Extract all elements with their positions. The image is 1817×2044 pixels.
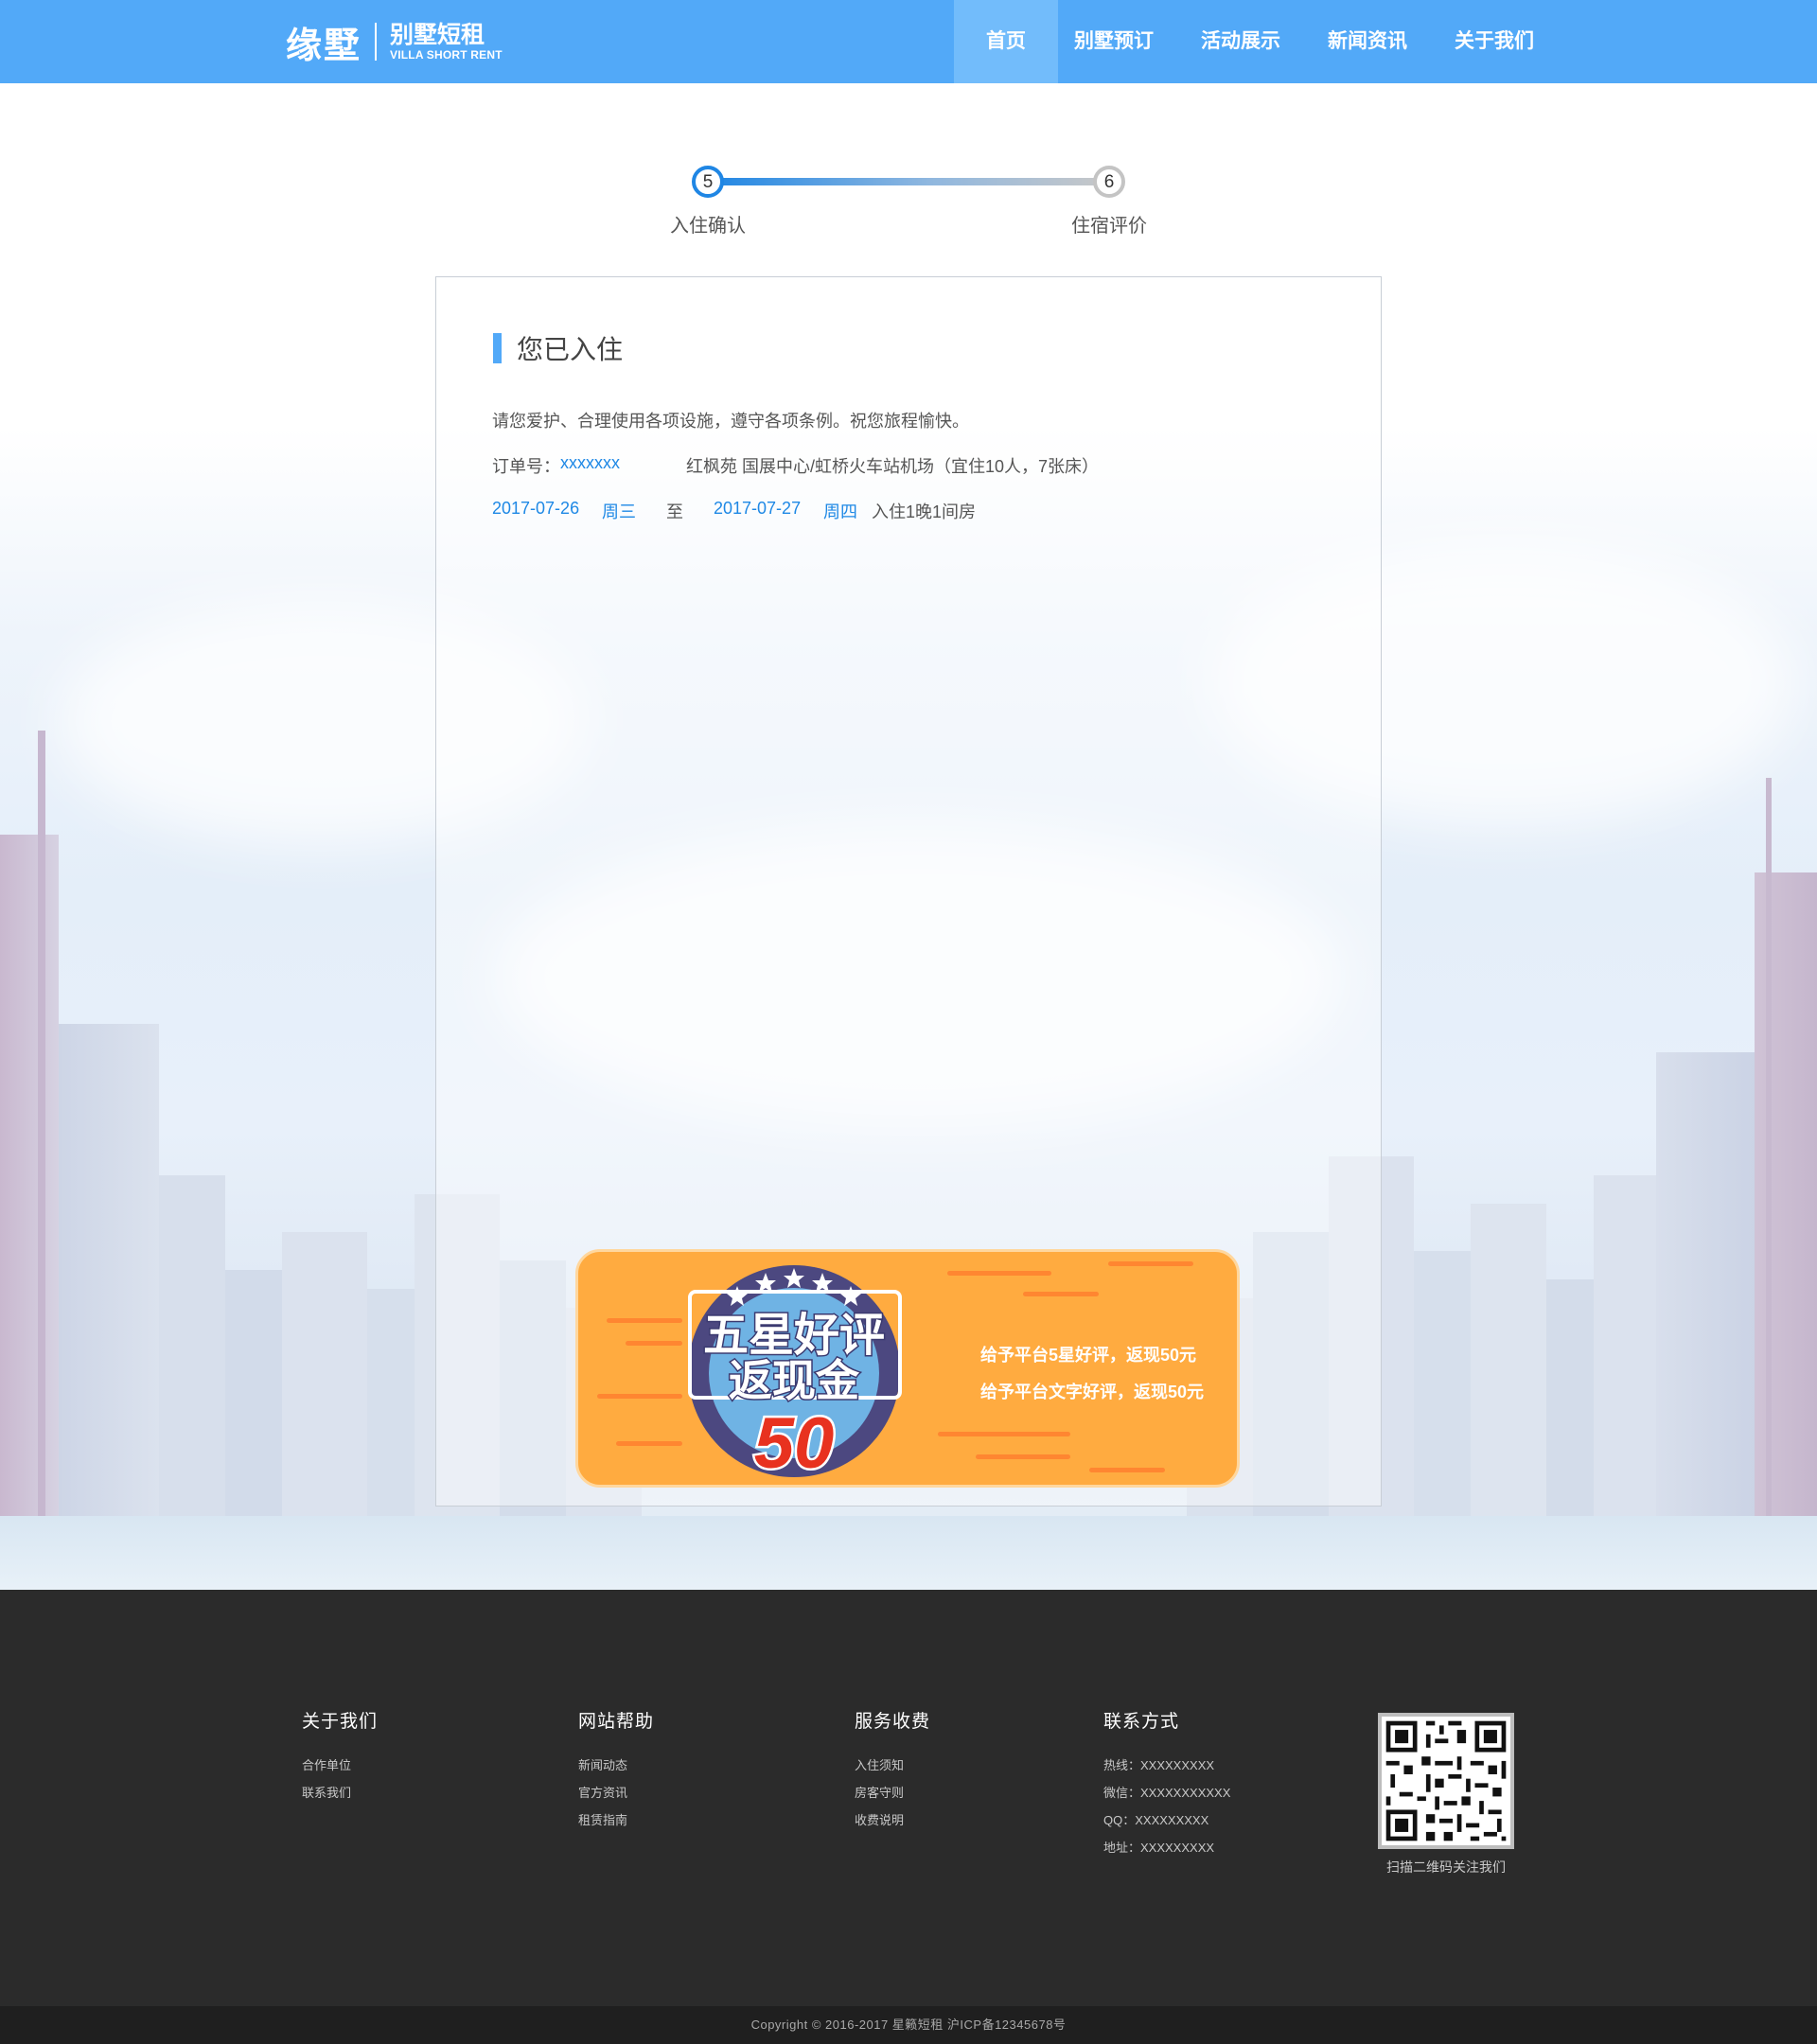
checkout-date: 2017-07-27 [714,499,802,518]
footer-col-help: 网站帮助 新闻动态 官方资讯 租赁指南 [578,1707,654,1834]
qr-caption: 扫描二维码关注我们 [1386,1859,1506,1875]
heading-accent-bar [493,333,502,363]
footer-heading: 关于我们 [302,1712,379,1732]
property-info: 红枫苑 国展中心/虹桥火车站机场（宜住10人，7张床） [686,457,1100,476]
card-heading: 您已入住 [493,332,623,364]
footer-link-guest-rules[interactable]: 房客守则 [855,1779,930,1806]
contact-hotline: 热线：XXXXXXXXX [1103,1758,1215,1772]
nav-news[interactable]: 新闻资讯 [1312,0,1423,83]
order-info-row: 订单号： xxxxxxx 红枫苑 国展中心/虹桥火车站机场（宜住10人，7张床） [492,453,1099,478]
footer-col-about: 关于我们 合作单位 联系我们 [302,1707,378,1806]
footer-link-rental-guide[interactable]: 租赁指南 [578,1806,654,1834]
footer-link-partners[interactable]: 合作单位 [302,1752,378,1779]
footer-link-contact[interactable]: 联系我们 [302,1779,378,1806]
main-nav: 首页 别墅预订 活动展示 新闻资讯 关于我们 [954,0,1565,83]
review-cashback-badge: 五星好评 返现金 50 [688,1265,902,1485]
badge-line-1: 五星好评 [703,1311,885,1361]
site-footer: 关于我们 合作单位 联系我们 网站帮助 新闻动态 官方资讯 租赁指南 服务收费 … [0,1590,1817,2006]
order-label: 订单号： [492,457,560,476]
footer-link-official[interactable]: 官方资讯 [578,1779,654,1806]
copyright-bar: Copyright © 2016-2017 星籁短租 沪ICP备12345678… [0,2006,1817,2044]
footer-heading: 联系方式 [1103,1712,1180,1732]
site-logo[interactable]: 缘墅 别墅短租 VILLA SHORT RENT [286,19,503,66]
steps-progress-line [708,178,1109,185]
step-6-circle: 6 [1093,166,1125,198]
footer-link-fees[interactable]: 收费说明 [855,1806,930,1834]
logo-sub-en: VILLA SHORT RENT [390,48,503,62]
order-number[interactable]: xxxxxxx [560,453,686,478]
top-navbar: 缘墅 别墅短租 VILLA SHORT RENT 首页 别墅预订 活动展示 新闻… [0,0,1817,83]
checkout-weekday: 周四 [823,502,857,521]
checkin-notice: 请您爱护、合理使用各项设施，遵守各项条例。祝您旅程愉快。 [492,412,969,431]
promo-line-1: 给予平台5星好评，返现50元 [980,1346,1197,1365]
stay-summary: 入住1晚1间房 [872,502,977,521]
qr-code [1378,1713,1514,1849]
nav-villa-booking[interactable]: 别墅预订 [1058,0,1170,83]
footer-col-service: 服务收费 入住须知 房客守则 收费说明 [855,1707,930,1834]
water-surface [0,1516,1817,1590]
footer-col-contact: 联系方式 热线：XXXXXXXXX 微信：XXXXXXXXXXX QQ：XXXX… [1103,1707,1230,1861]
qr-code-image [1382,1717,1510,1845]
badge-amount: 50 [754,1403,835,1484]
step-5-label: 入住确认 [670,216,746,237]
footer-heading: 服务收费 [855,1712,931,1732]
logo-sub-cn: 别墅短租 [390,22,485,48]
logo-divider [375,23,378,61]
logo-main-text: 缘墅 [286,26,362,66]
step-6-label: 住宿评价 [1071,216,1147,237]
date-separator: 至 [666,502,683,521]
checkin-weekday: 周三 [602,502,636,521]
footer-heading: 网站帮助 [578,1712,655,1732]
nav-about[interactable]: 关于我们 [1423,0,1565,83]
stay-dates-row: 2017-07-26 周三 至 2017-07-27 周四 入住1晚1间房 [492,499,976,523]
step-5-circle: 5 [692,166,724,198]
progress-steps: 5 6 入住确认 住宿评价 [662,161,1173,246]
promo-line-2: 给予平台文字好评，返现50元 [980,1383,1205,1401]
contact-address: 地址：XXXXXXXXX [1103,1841,1215,1855]
badge-line-2: 返现金 [729,1356,860,1405]
five-star-review-promo-banner[interactable]: 五星好评 返现金 50 给予平台5星好评，返现50元 给予平台文字好评，返现50… [575,1249,1240,1488]
nav-activities[interactable]: 活动展示 [1170,0,1312,83]
contact-qq: QQ：XXXXXXXXX [1103,1813,1209,1827]
footer-link-news[interactable]: 新闻动态 [578,1752,654,1779]
logo-subtitle: 别墅短租 VILLA SHORT RENT [390,22,503,62]
checkin-date: 2017-07-26 [492,499,580,518]
card-title: 您已入住 [517,335,624,364]
nav-home[interactable]: 首页 [954,0,1058,83]
footer-link-checkin-notes[interactable]: 入住须知 [855,1752,930,1779]
promo-text: 给予平台5星好评，返现50元 给予平台文字好评，返现50元 [980,1337,1204,1411]
contact-wechat: 微信：XXXXXXXXXXX [1103,1786,1231,1800]
